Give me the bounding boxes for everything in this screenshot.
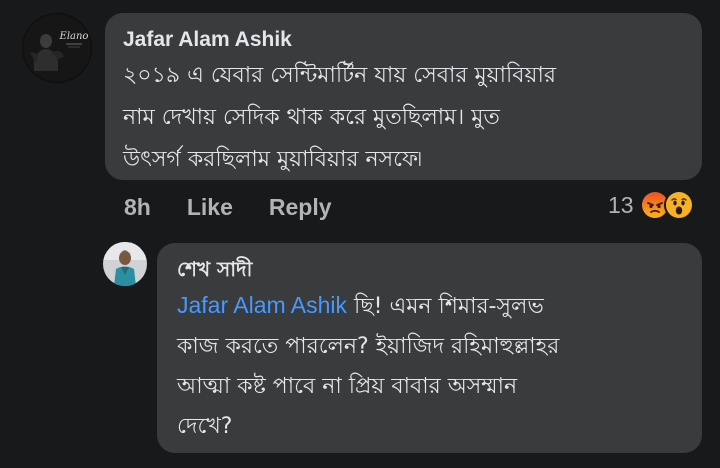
reply-text-line: Jafar Alam Ashik ছি! এমন শিমার-সুলভ <box>177 285 682 327</box>
reply-author-name[interactable]: শেখ সাদী <box>177 255 682 283</box>
comment-text: ২০১৯ এ যেবার সেন্টিমার্টিন যায় সেবার মু… <box>123 55 684 181</box>
reply-text-first-line: ছি! এমন শিমার-সুলভ <box>347 294 544 319</box>
commenter-avatar[interactable]: Elano <box>22 13 92 83</box>
reply-button[interactable]: Reply <box>269 194 332 221</box>
comment-text-line: উৎসর্গ করছিলাম মুয়াবিয়ার নসফে৷ <box>123 147 422 172</box>
reply-text-line: কাজ করতে পারলেন? ইয়াজিদ রহিমাহুল্লাহর <box>177 334 560 359</box>
reply-bubble: শেখ সাদী Jafar Alam Ashik ছি! এমন শিমার-… <box>157 243 702 453</box>
reaction-summary[interactable]: 13 <box>608 189 694 221</box>
replier-avatar-photo <box>103 242 147 286</box>
replier-avatar[interactable] <box>103 242 147 286</box>
avatar-photo: Elano <box>22 13 92 83</box>
comment-bubble: Jafar Alam Ashik ২০১৯ এ যেবার সেন্টিমার্… <box>105 13 702 180</box>
like-button[interactable]: Like <box>187 194 233 221</box>
reaction-count: 13 <box>608 191 634 218</box>
comment-author-name[interactable]: Jafar Alam Ashik <box>123 27 684 53</box>
comment-text-line: ২০১৯ এ যেবার সেন্টিমার্টিন যায় সেবার মু… <box>123 63 556 88</box>
avatar-logo-text: Elano <box>59 31 89 42</box>
comment-timestamp[interactable]: 8h <box>124 194 151 221</box>
reply-text-line: দেখে? <box>177 414 233 439</box>
reply-text-line: আত্মা কষ্ট পাবে না প্রিয় বাবার অসম্মান <box>177 374 518 399</box>
wow-icon <box>663 190 694 220</box>
mention-link[interactable]: Jafar Alam Ashik <box>177 292 347 318</box>
comment-actions: 8h Like Reply <box>124 194 332 220</box>
comment-text-line: নাম দেখায় সেদিক থাক করে মুতছিলাম। মুত <box>123 105 500 130</box>
reply-text: Jafar Alam Ashik ছি! এমন শিমার-সুলভ কাজ … <box>177 285 682 447</box>
